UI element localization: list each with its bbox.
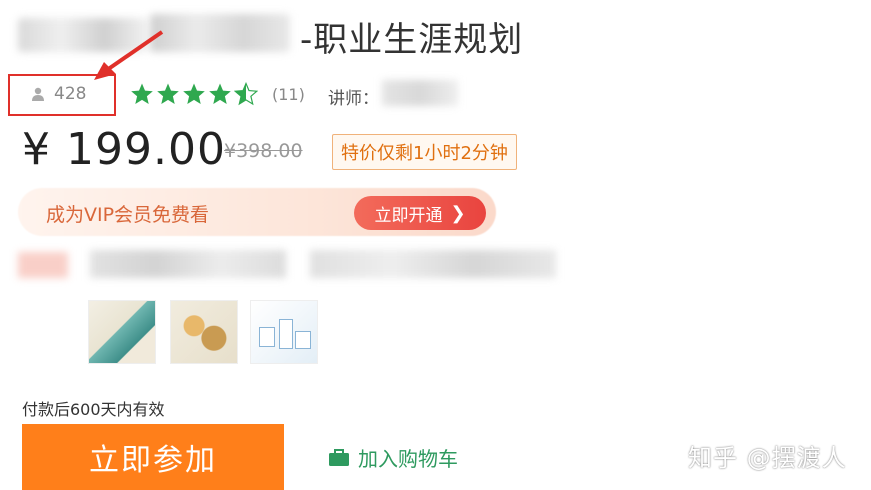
course-title: -职业生涯规划 xyxy=(300,20,524,60)
star-icon xyxy=(157,83,179,104)
star-icon xyxy=(183,83,205,104)
vip-text: 成为VIP会员免费看 xyxy=(46,204,210,226)
teacher-label: 讲师： xyxy=(328,89,379,109)
watermark: 知乎 @摆渡人 xyxy=(688,444,847,472)
rating-count: (11) xyxy=(272,85,305,104)
original-price: ¥398.00 xyxy=(224,140,303,162)
star-icon xyxy=(209,83,231,104)
blurred-info xyxy=(310,250,556,278)
half-star-icon xyxy=(234,82,258,106)
thumbnail-shape xyxy=(259,327,275,347)
thumbnail-3[interactable] xyxy=(250,300,318,364)
validity-text: 付款后600天内有效 xyxy=(22,400,165,419)
teacher-name-blurred[interactable] xyxy=(382,80,458,106)
vip-button-label: 立即开通 xyxy=(374,205,443,225)
thumbnail-shape xyxy=(295,331,311,349)
thumbnail-2[interactable] xyxy=(170,300,238,364)
join-button[interactable]: 立即参加 xyxy=(22,424,284,490)
countdown-badge: 特价仅剩1小时2分钟 xyxy=(332,134,517,170)
star-icon xyxy=(131,83,153,104)
rating-stars xyxy=(130,82,258,106)
add-to-cart-button[interactable]: 加入购物车 xyxy=(322,442,464,473)
thumbnail-1[interactable] xyxy=(88,300,156,364)
current-price: ¥ 199.00 xyxy=(22,124,226,175)
person-icon xyxy=(32,87,44,101)
student-count: 428 xyxy=(54,84,87,104)
chevron-right-icon: ❯ xyxy=(450,202,466,223)
blurred-info xyxy=(90,250,286,278)
briefcase-icon xyxy=(329,448,349,466)
vip-subscribe-button[interactable]: 立即开通 ❯ xyxy=(354,196,486,230)
cart-label: 加入购物车 xyxy=(358,449,458,471)
thumbnail-shape xyxy=(279,319,293,349)
blurred-info xyxy=(18,252,68,278)
